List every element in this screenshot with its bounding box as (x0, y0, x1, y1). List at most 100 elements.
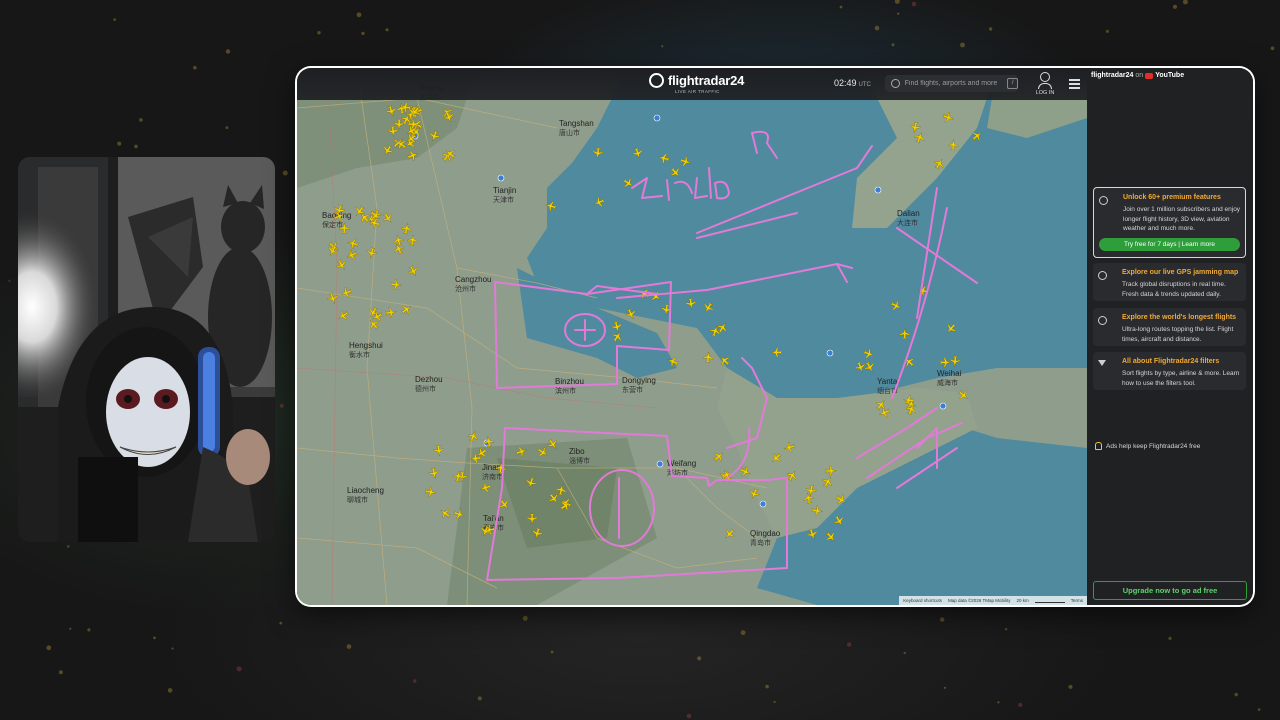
background-dot (911, 1, 917, 7)
background-dot (661, 45, 664, 48)
background-dot (134, 144, 138, 149)
city-label-local: 天津市 (493, 195, 514, 204)
background-dot (1172, 4, 1178, 9)
background-dot (1018, 702, 1023, 708)
flightradar-window: Beijing北京市Tangshan唐山市Tianjin天津市Baoding保定… (297, 68, 1253, 605)
background-dot (1168, 636, 1172, 641)
card-title: Explore the world's longest flights (1122, 314, 1237, 321)
background-dot (193, 65, 197, 70)
background-dot (903, 651, 906, 655)
city-label-local: 威海市 (937, 378, 958, 387)
background-dot (940, 617, 945, 622)
filters-card[interactable]: All about Flightradar24 filters Sort fli… (1093, 352, 1246, 390)
background-dot (891, 43, 895, 47)
map-scale-bar (1034, 598, 1065, 603)
map-attribution: Keyboard shortcuts Map data ©2026 TMap M… (899, 596, 1087, 605)
background-dot (385, 28, 389, 32)
background-dot (522, 615, 528, 621)
map-scale-label: 20 km (1016, 598, 1029, 603)
hamburger-menu-icon[interactable] (1069, 79, 1080, 91)
city-label-local: 青岛市 (750, 538, 771, 547)
city-label-local: 滨州市 (555, 386, 576, 395)
ads-notice: Ads help keep Flightradar24 free (1095, 442, 1200, 450)
city-label: Dongying (622, 376, 656, 385)
background-dot (988, 27, 993, 31)
youtube-channel-header[interactable]: flightradar24 on YouTube (1091, 72, 1184, 79)
background-dot (960, 42, 965, 48)
radar-logo-icon (649, 73, 664, 88)
upgrade-ad-free-button[interactable]: Upgrade now to go ad free (1093, 581, 1247, 600)
background-dot (58, 670, 63, 675)
search-box[interactable]: / (885, 75, 1018, 92)
background-dot (67, 545, 70, 548)
award-icon (1099, 196, 1108, 205)
city-label: Dalian (897, 209, 920, 218)
try-free-button[interactable]: Try free for 7 days | Learn more (1099, 238, 1240, 251)
city-label: Qingdao (750, 529, 781, 538)
map-canvas[interactable]: Beijing北京市Tangshan唐山市Tianjin天津市Baoding保定… (297, 68, 1087, 605)
top-bar: flightradar24 LIVE AIR TRAFFIC 02:49 UTC … (297, 68, 1087, 100)
background-dot (113, 18, 116, 21)
flightradar-logo[interactable]: flightradar24 (649, 73, 744, 88)
shortcut-key-icon: / (1007, 78, 1018, 89)
youtube-icon (1145, 72, 1154, 79)
city-label-local: 东营市 (622, 385, 643, 394)
keyboard-shortcuts-link[interactable]: Keyboard shortcuts (903, 598, 942, 603)
lightbulb-icon (1095, 442, 1102, 450)
background-dot (550, 650, 554, 654)
background-dot (8, 279, 11, 282)
background-dot (117, 141, 122, 146)
background-dot (317, 31, 321, 35)
background-dot (765, 684, 769, 689)
background-dot (897, 12, 900, 15)
background-dot (1270, 46, 1275, 51)
city-label: Zibo (569, 447, 585, 456)
background-dot (943, 686, 947, 689)
card-title: Unlock 60+ premium features (1123, 194, 1221, 201)
background-dot (686, 713, 692, 719)
background-dot (139, 118, 143, 122)
utc-clock: 02:49 UTC (834, 78, 871, 88)
background-dot (279, 403, 284, 408)
city-label: Yantai (877, 377, 899, 386)
city-label: Cangzhou (455, 275, 491, 284)
city-label-local: 沧州市 (455, 284, 476, 293)
side-panel: flightradar24 on YouTube Unlock 60+ prem… (1087, 68, 1253, 605)
background-dot (1004, 628, 1008, 631)
globe-icon (1098, 316, 1107, 325)
search-input[interactable] (904, 80, 1008, 87)
background-dot (1068, 684, 1073, 689)
login-button[interactable]: LOG IN (1035, 72, 1055, 96)
background-dot (847, 642, 852, 647)
background-dot (361, 31, 365, 36)
map-data-credit: Map data ©2026 TMap Mobility (947, 598, 1011, 603)
background-dot (279, 621, 283, 625)
background-dot (46, 645, 52, 651)
background-dot (740, 630, 746, 636)
search-icon (891, 79, 900, 88)
background-dot (171, 647, 174, 650)
background-dot (236, 666, 242, 672)
background-dot (839, 5, 843, 9)
flight-map[interactable]: Beijing北京市Tangshan唐山市Tianjin天津市Baoding保定… (297, 68, 1087, 605)
city-label-local: 大连市 (897, 218, 918, 227)
webcam-overlay (18, 157, 275, 542)
city-label: Hengshui (349, 341, 383, 350)
card-body: Join over 1 million subscribers and enjo… (1123, 206, 1241, 233)
terms-link[interactable]: Terms (1071, 598, 1083, 603)
background-dot (773, 700, 776, 704)
city-label: Tai'an (483, 514, 504, 523)
background-dot (1105, 29, 1109, 33)
city-label-local: 德州市 (415, 384, 436, 393)
background-dot (874, 25, 880, 31)
city-label: Dezhou (415, 375, 443, 384)
city-label-local: 济南市 (482, 472, 503, 481)
premium-features-card[interactable]: Unlock 60+ premium features Join over 1 … (1093, 187, 1246, 258)
longest-flights-card[interactable]: Explore the world's longest flights Ultr… (1093, 308, 1246, 346)
background-dot (894, 0, 900, 4)
gps-jamming-card[interactable]: Explore our live GPS jamming map Track g… (1093, 263, 1246, 301)
background-dot (282, 170, 288, 176)
filter-icon (1098, 360, 1106, 366)
background-dot (87, 628, 91, 632)
card-title: All about Flightradar24 filters (1122, 358, 1220, 365)
